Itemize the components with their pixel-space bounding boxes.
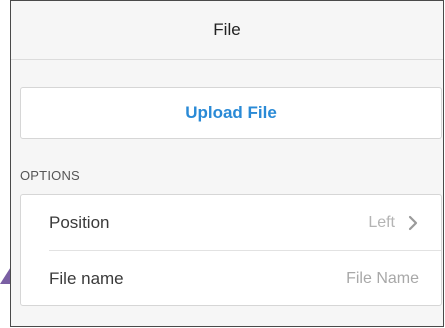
position-row[interactable]: Position Left: [21, 195, 441, 250]
position-label: Position: [49, 212, 110, 232]
panel-header: File: [11, 1, 443, 60]
upload-file-label: Upload File: [185, 103, 277, 122]
chevron-right-icon: [408, 215, 418, 230]
screen: File Upload File OPTIONS Position Left F…: [0, 0, 445, 328]
file-name-label: File name: [49, 268, 124, 288]
panel-title: File: [213, 20, 241, 39]
file-name-row: File name: [21, 251, 441, 306]
position-value: Left: [368, 213, 395, 231]
options-card: Position Left File name: [20, 194, 442, 306]
file-name-input[interactable]: [219, 269, 419, 288]
options-section-label: OPTIONS: [20, 168, 80, 183]
upload-file-button[interactable]: Upload File: [20, 87, 442, 139]
file-panel: File Upload File OPTIONS Position Left F…: [10, 0, 444, 327]
position-value-group: Left: [368, 214, 419, 232]
